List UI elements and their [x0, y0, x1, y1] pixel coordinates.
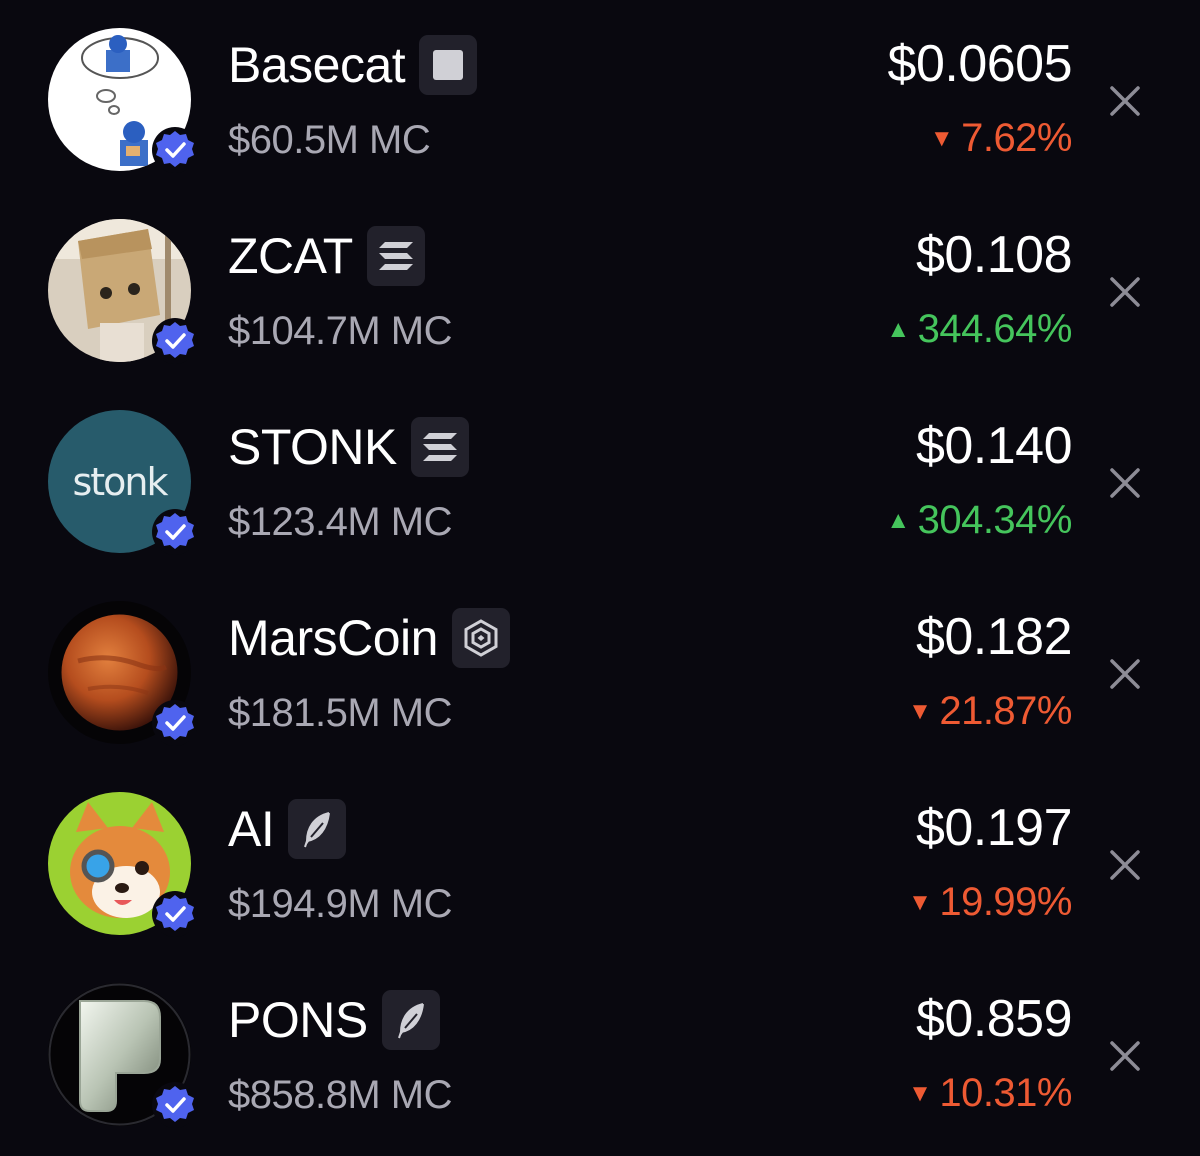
token-row-basecat[interactable]: Basecat $60.5M MC $0.0605 ▼ 7.62%	[0, 0, 1200, 191]
market-cap: $123.4M MC	[228, 500, 452, 544]
token-name-line: MarsCoin	[228, 607, 510, 669]
base-icon	[419, 35, 478, 95]
verified-badge-icon	[152, 318, 198, 364]
token-name-line: AI	[228, 798, 347, 860]
token-price: $0.197	[915, 799, 1073, 857]
stonk-avatar-text: stonk	[72, 459, 168, 504]
token-price: $0.182	[915, 608, 1073, 666]
token-name: STONK	[228, 419, 397, 475]
token-name: ZCAT	[228, 228, 353, 284]
token-name: AI	[228, 801, 275, 857]
token-name-line: STONK	[228, 416, 469, 478]
token-price: $0.140	[915, 417, 1073, 475]
down-arrow-icon: ▼	[908, 1079, 932, 1107]
price-change-value: 21.87%	[939, 689, 1072, 733]
price-change: ▼ 21.87%	[908, 689, 1072, 734]
token-name-line: PONS	[228, 989, 440, 1051]
close-icon[interactable]	[1108, 84, 1142, 118]
token-price: $0.859	[915, 990, 1073, 1048]
verified-badge-icon	[152, 891, 198, 937]
token-avatar-wrap	[48, 792, 198, 937]
feather-icon	[381, 990, 440, 1050]
price-change: ▼ 19.99%	[908, 880, 1072, 925]
price-change: ▼ 10.31%	[908, 1071, 1072, 1116]
down-arrow-icon: ▼	[908, 697, 932, 725]
down-arrow-icon: ▼	[929, 124, 954, 152]
token-row-marscoin[interactable]: MarsCoin $181.5M MC $0.182 ▼ 21.87%	[0, 573, 1200, 764]
verified-badge-icon	[152, 509, 198, 555]
solana-icon	[410, 417, 469, 477]
market-cap: $181.5M MC	[228, 691, 452, 735]
token-row-pons[interactable]: PONS $858.8M MC $0.859 ▼ 10.31%	[0, 955, 1200, 1146]
price-change-value: 19.99%	[939, 880, 1072, 924]
down-arrow-icon: ▼	[908, 888, 932, 916]
token-name-line: ZCAT	[228, 225, 425, 287]
token-row-zcat[interactable]: ZCAT $104.7M MC $0.108 ▲ 344.64%	[0, 191, 1200, 382]
close-icon[interactable]	[1108, 275, 1142, 309]
price-change: ▲ 304.34%	[886, 498, 1072, 543]
bnb-icon	[451, 608, 510, 668]
verified-badge-icon	[152, 700, 198, 746]
token-row-stonk[interactable]: stonk STONK $123.4M MC $0.140 ▲ 304.34%	[0, 382, 1200, 573]
market-cap: $104.7M MC	[228, 309, 452, 353]
close-icon[interactable]	[1108, 1039, 1142, 1073]
token-avatar-wrap	[48, 983, 198, 1128]
token-name: MarsCoin	[228, 610, 438, 666]
token-avatar-wrap	[48, 601, 198, 746]
verified-badge-icon	[152, 127, 198, 173]
price-change-value: 344.64%	[917, 307, 1073, 351]
price-change-value: 10.31%	[939, 1071, 1072, 1115]
token-avatar-wrap: stonk	[48, 410, 198, 555]
token-price: $0.108	[915, 226, 1073, 284]
price-change-value: 7.62%	[961, 116, 1072, 160]
feather-icon	[288, 799, 347, 859]
up-arrow-icon: ▲	[886, 315, 910, 343]
close-icon[interactable]	[1108, 848, 1142, 882]
token-name-line: Basecat	[228, 34, 478, 96]
close-icon[interactable]	[1108, 466, 1142, 500]
up-arrow-icon: ▲	[886, 506, 910, 534]
token-avatar-wrap	[48, 28, 198, 173]
close-icon[interactable]	[1108, 657, 1142, 691]
market-cap: $858.8M MC	[228, 1073, 452, 1117]
solana-icon	[366, 226, 425, 286]
price-change: ▲ 344.64%	[886, 307, 1072, 352]
token-price: $0.0605	[887, 35, 1073, 93]
token-name: PONS	[228, 992, 368, 1048]
token-avatar-wrap	[48, 219, 198, 364]
token-row-ai[interactable]: AI $194.9M MC $0.197 ▼ 19.99%	[0, 764, 1200, 955]
market-cap: $60.5M MC	[228, 118, 431, 162]
verified-badge-icon	[152, 1082, 198, 1128]
token-watchlist: Basecat $60.5M MC $0.0605 ▼ 7.62% ZCAT $…	[0, 0, 1200, 1156]
price-change: ▼ 7.62%	[929, 116, 1073, 161]
price-change-value: 304.34%	[917, 498, 1073, 542]
token-name: Basecat	[228, 37, 406, 93]
market-cap: $194.9M MC	[228, 882, 452, 926]
